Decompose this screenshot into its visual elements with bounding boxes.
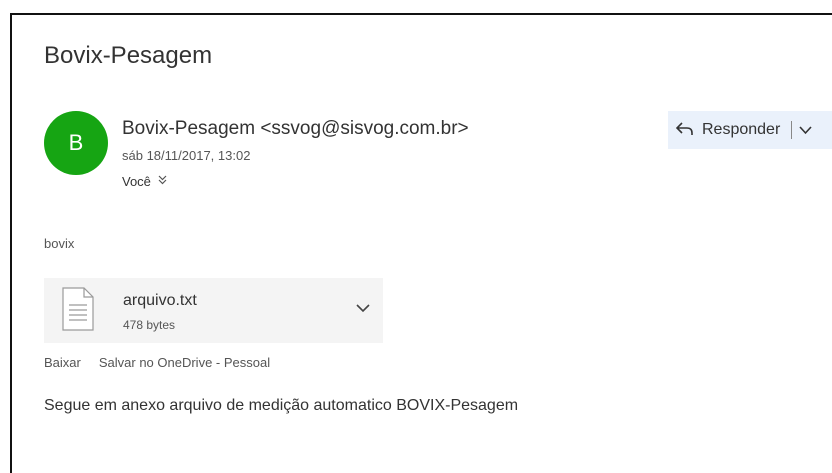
email-subject: Bovix-Pesagem xyxy=(44,42,213,69)
reply-arrow-icon xyxy=(675,120,694,141)
download-link[interactable]: Baixar xyxy=(44,355,81,370)
email-message: Segue em anexo arquivo de medição automa… xyxy=(44,397,519,414)
attachment-file-name: arquivo.txt xyxy=(123,292,197,309)
attachment-card[interactable]: arquivo.txt 478 bytes xyxy=(44,278,383,343)
recipient-name[interactable]: Você xyxy=(122,174,151,189)
text-file-icon xyxy=(62,287,94,336)
sender-avatar[interactable]: B xyxy=(44,111,108,175)
email-body-intro: bovix xyxy=(44,236,75,251)
attachment-file-size: 478 bytes xyxy=(123,318,176,332)
attachment-chevron-down-icon[interactable] xyxy=(356,300,370,316)
double-chevron-down-icon[interactable] xyxy=(158,175,167,188)
email-datetime: sáb 18/11/2017, 13:02 xyxy=(122,148,251,163)
reply-button[interactable]: Responder xyxy=(668,111,832,149)
save-onedrive-link[interactable]: Salvar no OneDrive - Pessoal xyxy=(99,355,270,370)
attachment-actions: Baixar Salvar no OneDrive - Pessoal xyxy=(44,355,270,370)
sender-name[interactable]: Bovix-Pesagem <ssvog@sisvog.com.br> xyxy=(122,118,469,140)
recipient-row: Você xyxy=(122,174,167,189)
reply-label: Responder xyxy=(702,121,781,138)
reply-options-chevron-down-icon[interactable] xyxy=(799,123,812,138)
reply-divider xyxy=(791,121,793,139)
avatar-initial: B xyxy=(68,130,84,155)
